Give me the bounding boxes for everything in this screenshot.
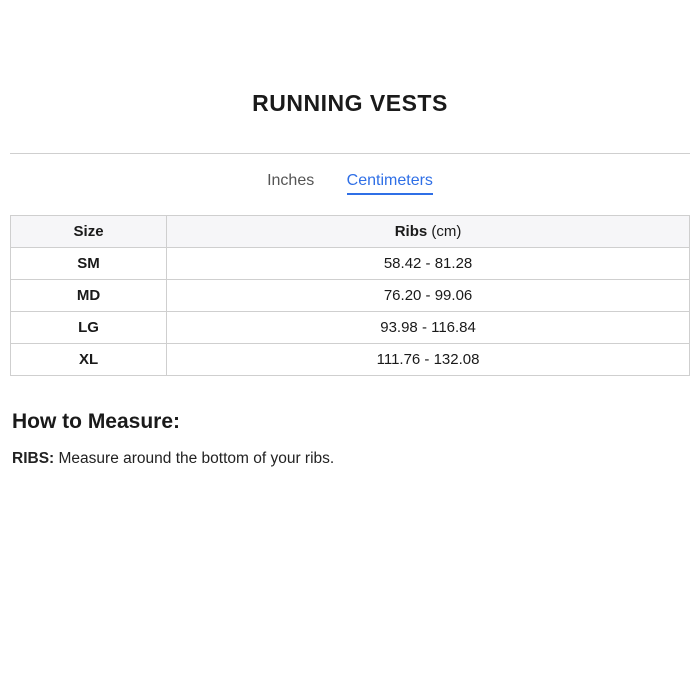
tab-inches[interactable]: Inches [267,172,314,190]
cell-ribs: 111.76 - 132.08 [167,344,690,376]
size-table: Size Ribs (cm) SM 58.42 - 81.28 MD 76.20… [10,215,690,376]
how-to-title: How to Measure: [12,410,688,434]
header-ribs-unit: (cm) [431,223,461,240]
cell-size: SM [11,248,167,280]
tab-centimeters[interactable]: Centimeters [347,172,433,195]
unit-tabs: Inches Centimeters [10,154,690,215]
cell-ribs: 58.42 - 81.28 [167,248,690,280]
cell-ribs: 93.98 - 116.84 [167,312,690,344]
ribs-instruction: Measure around the bottom of your ribs. [54,450,334,467]
how-to-body: RIBS: Measure around the bottom of your … [12,450,688,468]
table-row: MD 76.20 - 99.06 [11,280,690,312]
table-row: XL 111.76 - 132.08 [11,344,690,376]
cell-size: LG [11,312,167,344]
header-ribs: Ribs (cm) [167,216,690,248]
size-chart-container: RUNNING VESTS Inches Centimeters Size Ri… [0,0,700,468]
header-ribs-label: Ribs [395,223,428,240]
ribs-label: RIBS: [12,450,54,467]
cell-size: MD [11,280,167,312]
table-header-row: Size Ribs (cm) [11,216,690,248]
table-row: LG 93.98 - 116.84 [11,312,690,344]
how-to-measure: How to Measure: RIBS: Measure around the… [10,410,690,468]
cell-ribs: 76.20 - 99.06 [167,280,690,312]
table-row: SM 58.42 - 81.28 [11,248,690,280]
header-size: Size [11,216,167,248]
cell-size: XL [11,344,167,376]
page-title: RUNNING VESTS [10,90,690,117]
